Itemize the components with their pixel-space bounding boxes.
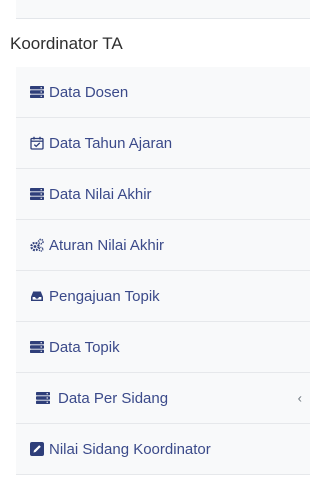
- edit-icon: [30, 442, 44, 456]
- menu-item-label: Data Tahun Ajaran: [49, 134, 173, 152]
- menu-item-aturan-nilai-akhir[interactable]: Aturan Nilai Akhir: [16, 220, 310, 271]
- menu-item-label: Data Per Sidang: [58, 389, 169, 407]
- menu-item-label: Data Nilai Akhir: [49, 185, 152, 203]
- database-icon: [30, 188, 44, 200]
- menu-item-pengajuan-topik[interactable]: Pengajuan Topik: [16, 271, 310, 322]
- database-icon: [30, 86, 44, 98]
- menu-item-label: Data Dosen: [49, 83, 129, 101]
- database-icon: [36, 392, 50, 404]
- sidebar-menu: Data Dosen Data Tahun Ajaran Data Nilai …: [16, 67, 310, 475]
- menu-item-data-topik[interactable]: Data Topik: [16, 322, 310, 373]
- menu-item-data-tahun-ajaran[interactable]: Data Tahun Ajaran: [16, 118, 310, 169]
- menu-item-label: Nilai Sidang Koordinator: [49, 440, 211, 458]
- sidebar-top-strip: [16, 0, 310, 19]
- menu-item-label: Data Topik: [49, 338, 120, 356]
- menu-item-data-dosen[interactable]: Data Dosen: [16, 67, 310, 118]
- chevron-left-icon[interactable]: ‹: [298, 391, 302, 406]
- menu-item-data-per-sidang[interactable]: Data Per Sidang ‹: [16, 373, 310, 424]
- section-title: Koordinator TA: [10, 34, 123, 53]
- calendar-check-icon: [30, 136, 44, 150]
- menu-item-label: Aturan Nilai Akhir: [49, 236, 165, 254]
- menu-item-label: Pengajuan Topik: [49, 287, 160, 305]
- inbox-icon: [31, 291, 43, 301]
- menu-item-data-nilai-akhir[interactable]: Data Nilai Akhir: [16, 169, 310, 220]
- database-icon: [30, 341, 44, 353]
- menu-item-nilai-sidang-koordinator[interactable]: Nilai Sidang Koordinator: [16, 424, 310, 475]
- cogs-icon: [30, 238, 44, 252]
